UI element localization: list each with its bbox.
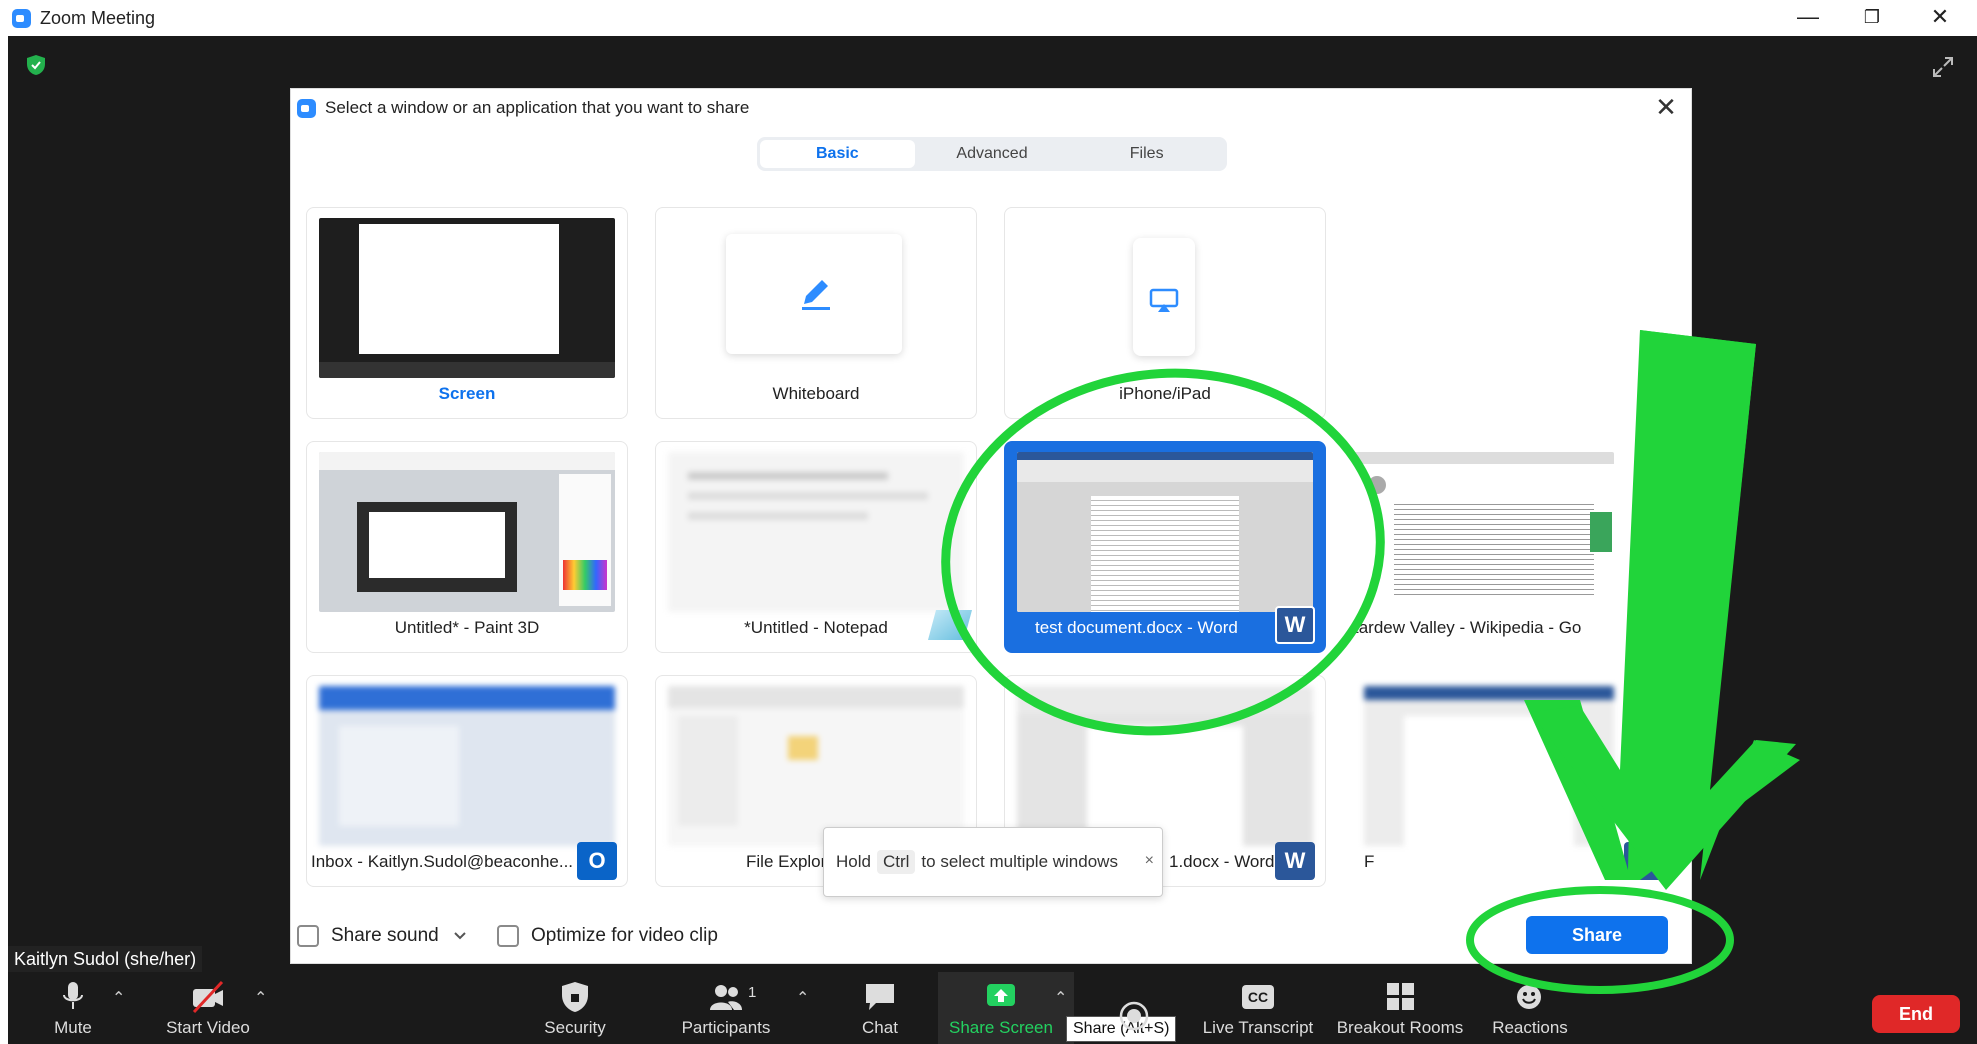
chevron-down-icon[interactable] bbox=[453, 931, 467, 941]
live-transcript-button[interactable]: CC Live Transcript bbox=[1200, 972, 1316, 1044]
participants-options-caret[interactable]: ⌃ bbox=[796, 988, 809, 1008]
word-thumbnail-3 bbox=[1364, 686, 1614, 846]
screen-thumbnail bbox=[319, 218, 615, 378]
share-tile-whiteboard[interactable]: Whiteboard bbox=[655, 207, 977, 419]
word-app-icon: W bbox=[1275, 842, 1315, 880]
tile-label: Untitled* - Paint 3D bbox=[394, 618, 540, 637]
share-dialog: Select a window or an application that y… bbox=[290, 88, 1692, 964]
chat-button[interactable]: Chat bbox=[850, 972, 910, 1044]
hint-suffix: to select multiple windows bbox=[921, 852, 1118, 871]
breakout-rooms-button[interactable]: Breakout Rooms bbox=[1336, 972, 1464, 1044]
tile-label: *Untitled - Notepad bbox=[744, 618, 888, 637]
hint-prefix: Hold bbox=[836, 852, 871, 871]
encryption-shield-icon[interactable] bbox=[26, 54, 46, 76]
share-tile-word-document[interactable]: test document.docx - Word W bbox=[1004, 441, 1326, 653]
reactions-button[interactable]: Reactions bbox=[1490, 972, 1570, 1044]
share-tabs: Basic Advanced Files bbox=[757, 137, 1227, 171]
video-off-icon bbox=[192, 980, 224, 1014]
share-sound-label: Share sound bbox=[331, 925, 439, 946]
browser-thumbnail bbox=[1354, 452, 1614, 612]
share-tile-iphone-ipad[interactable]: iPhone/iPad bbox=[1004, 207, 1326, 419]
tile-label: tardew Valley - Wikipedia - Go bbox=[1354, 618, 1582, 637]
tab-advanced[interactable]: Advanced bbox=[915, 140, 1070, 168]
word-thumbnail bbox=[1017, 452, 1313, 612]
mute-button[interactable]: Mute bbox=[40, 972, 106, 1044]
share-screen-label: Share Screen bbox=[949, 1018, 1053, 1037]
participants-count: 1 bbox=[748, 984, 757, 1001]
security-label: Security bbox=[544, 1018, 606, 1037]
record-icon bbox=[1119, 1001, 1149, 1031]
dialog-title: Select a window or an application that y… bbox=[325, 98, 750, 117]
share-tile-browser[interactable]: tardew Valley - Wikipedia - Go bbox=[1353, 441, 1675, 653]
end-meeting-button[interactable]: End bbox=[1872, 995, 1960, 1033]
chat-icon bbox=[866, 984, 894, 1010]
restore-button[interactable]: ❐ bbox=[1842, 0, 1902, 34]
participants-button[interactable]: Participants bbox=[676, 972, 776, 1044]
outlook-app-icon: O bbox=[577, 842, 617, 880]
mute-label: Mute bbox=[54, 1018, 92, 1037]
share-screen-button[interactable]: Share Screen bbox=[946, 972, 1056, 1044]
cc-icon-label: CC bbox=[1241, 985, 1275, 1009]
tile-label: iPhone/iPad bbox=[1119, 384, 1211, 403]
ctrl-key: Ctrl bbox=[876, 850, 916, 874]
optimize-video-checkbox[interactable] bbox=[497, 925, 519, 947]
security-button[interactable]: Security bbox=[540, 972, 610, 1044]
share-tile-notepad[interactable]: *Untitled - Notepad bbox=[655, 441, 977, 653]
participant-name-tag: Kaitlyn Sudol (she/her) bbox=[8, 946, 203, 973]
share-tile-screen[interactable]: Screen bbox=[306, 207, 628, 419]
closed-caption-icon: CC bbox=[1240, 980, 1276, 1014]
start-video-label: Start Video bbox=[166, 1018, 250, 1037]
share-options-caret[interactable]: ⌃ bbox=[1054, 988, 1067, 1008]
multi-select-hint: Hold Ctrl to select multiple windows × bbox=[823, 827, 1163, 897]
tile-label: Screen bbox=[438, 384, 496, 403]
participants-label: Participants bbox=[681, 1018, 771, 1037]
microphone-icon bbox=[63, 982, 83, 1009]
pencil-icon bbox=[802, 280, 830, 310]
window-title: Zoom Meeting bbox=[40, 8, 156, 28]
record-button[interactable] bbox=[1116, 972, 1152, 1044]
word-app-icon: W bbox=[1275, 606, 1315, 644]
word-thumbnail-2 bbox=[1017, 686, 1313, 846]
close-window-button[interactable]: ✕ bbox=[1910, 0, 1970, 34]
reactions-label: Reactions bbox=[1492, 1018, 1568, 1037]
tab-basic[interactable]: Basic bbox=[760, 140, 915, 168]
share-tile-outlook[interactable]: Inbox - Kaitlyn.Sudol@beaconhe... O bbox=[306, 675, 628, 887]
minimize-button[interactable]: — bbox=[1778, 0, 1838, 34]
share-button[interactable]: Share bbox=[1526, 916, 1668, 954]
optimize-video-label: Optimize for video clip bbox=[531, 925, 718, 946]
paint3d-thumbnail bbox=[319, 452, 615, 612]
dialog-close-button[interactable]: ✕ bbox=[1653, 94, 1679, 121]
reactions-smiley-icon bbox=[1517, 985, 1541, 1009]
zoom-logo-icon bbox=[12, 9, 31, 28]
share-tile-paint3d[interactable]: Untitled* - Paint 3D bbox=[306, 441, 628, 653]
start-video-button[interactable]: Start Video bbox=[158, 972, 258, 1044]
participants-icon bbox=[710, 985, 742, 1010]
hint-close-button[interactable]: × bbox=[1145, 852, 1154, 870]
share-tile-word-document-3[interactable]: F W bbox=[1353, 675, 1675, 887]
share-screen-icon bbox=[987, 984, 1015, 1006]
explorer-thumbnail bbox=[668, 686, 964, 846]
word-app-icon: W bbox=[1624, 842, 1664, 880]
tile-label: Whiteboard bbox=[772, 384, 860, 403]
window-titlebar: Zoom Meeting — ❐ ✕ bbox=[0, 0, 1977, 36]
outlook-thumbnail bbox=[319, 686, 615, 846]
airplay-icon bbox=[1149, 288, 1179, 312]
fullscreen-icon[interactable] bbox=[1932, 56, 1954, 78]
breakout-rooms-icon bbox=[1387, 983, 1414, 1010]
audio-options-caret[interactable]: ⌃ bbox=[112, 988, 125, 1008]
chat-label: Chat bbox=[862, 1018, 898, 1037]
share-sound-checkbox[interactable] bbox=[297, 925, 319, 947]
video-options-caret[interactable]: ⌃ bbox=[254, 988, 267, 1008]
zoom-logo-icon bbox=[297, 99, 316, 118]
tab-files[interactable]: Files bbox=[1069, 140, 1224, 168]
security-shield-icon bbox=[562, 982, 588, 1012]
live-transcript-label: Live Transcript bbox=[1202, 1018, 1314, 1037]
breakout-rooms-label: Breakout Rooms bbox=[1336, 1018, 1464, 1037]
notepad-thumbnail bbox=[668, 452, 964, 612]
